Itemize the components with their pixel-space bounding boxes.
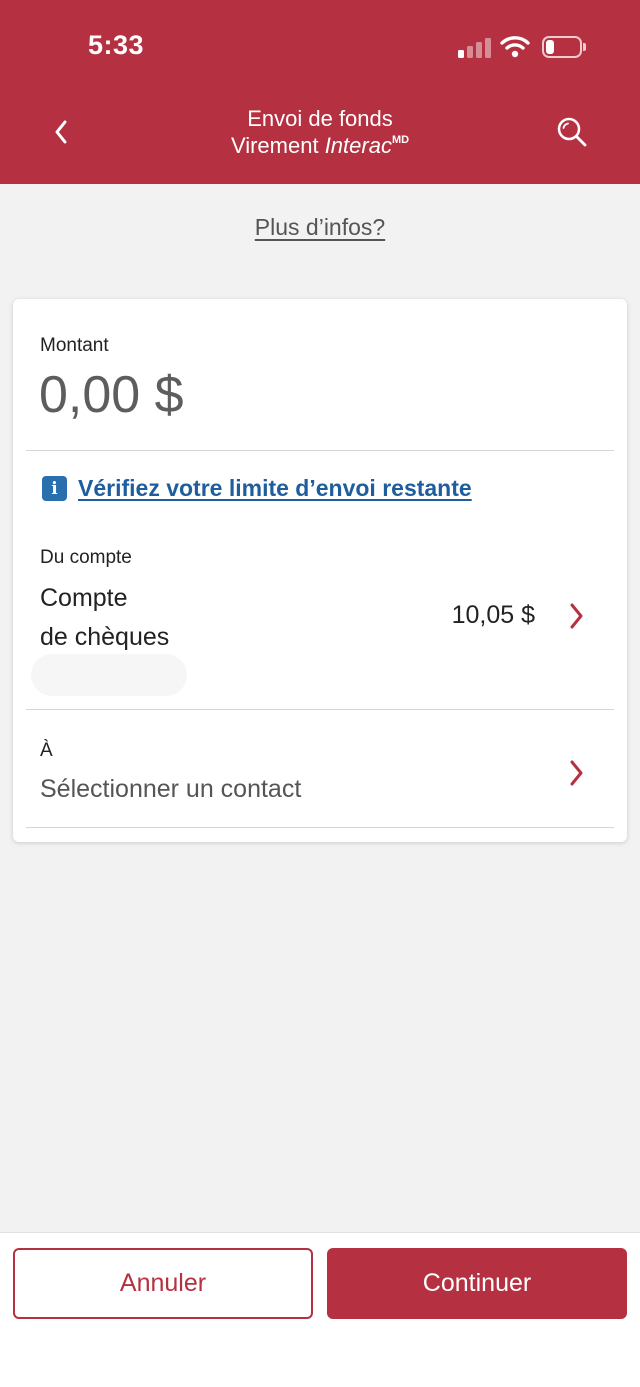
continue-button[interactable]: Continuer [327, 1248, 627, 1319]
subtitle-prefix: Virement [230, 133, 325, 158]
battery-icon [542, 36, 586, 58]
cellular-signal-icon [458, 36, 492, 58]
divider [26, 709, 614, 710]
header-title: Envoi de fonds [247, 106, 393, 131]
wifi-icon [500, 36, 530, 58]
to-contact-label: À [40, 740, 53, 761]
search-icon[interactable] [554, 114, 590, 150]
header-subtitle: Virement InteracMD [0, 133, 640, 159]
from-account-name: Compte de chèques [40, 579, 260, 657]
subtitle-trademark: MD [391, 134, 410, 146]
action-bar: Annuler Continuer [0, 1232, 640, 1387]
chevron-right-icon[interactable] [566, 601, 586, 631]
select-contact-placeholder[interactable]: Sélectionner un contact [40, 775, 301, 804]
cancel-button[interactable]: Annuler [13, 1248, 313, 1319]
more-info-link[interactable]: Plus d’infos? [255, 214, 385, 240]
app-header: 5:33 Envoi de fonds Virement InteracMD [0, 0, 640, 184]
from-account-label: Du compte [40, 547, 132, 568]
more-info: Plus d’infos? [0, 214, 640, 241]
info-icon: i [42, 476, 67, 501]
masked-account-number [31, 654, 187, 696]
status-bar-time: 5:33 [88, 30, 145, 60]
to-contact-selector[interactable] [13, 711, 627, 827]
divider [26, 450, 614, 451]
chevron-right-icon[interactable] [566, 758, 586, 788]
transfer-form-card: Montant 0,00 $ i Vérifiez votre limite d… [13, 299, 627, 842]
check-limit-link-label[interactable]: Vérifiez votre limite d’envoi restante [78, 475, 472, 502]
from-account-name-line1: Compte [40, 584, 128, 612]
check-limit-link[interactable]: i Vérifiez votre limite d’envoi restante [42, 475, 472, 502]
from-account-name-line2: de chèques [40, 623, 170, 651]
amount-input[interactable]: 0,00 $ [39, 365, 184, 425]
amount-label: Montant [40, 335, 109, 356]
subtitle-brand: Interac [324, 133, 392, 158]
divider [26, 827, 614, 828]
from-account-balance: 10,05 $ [451, 601, 535, 629]
